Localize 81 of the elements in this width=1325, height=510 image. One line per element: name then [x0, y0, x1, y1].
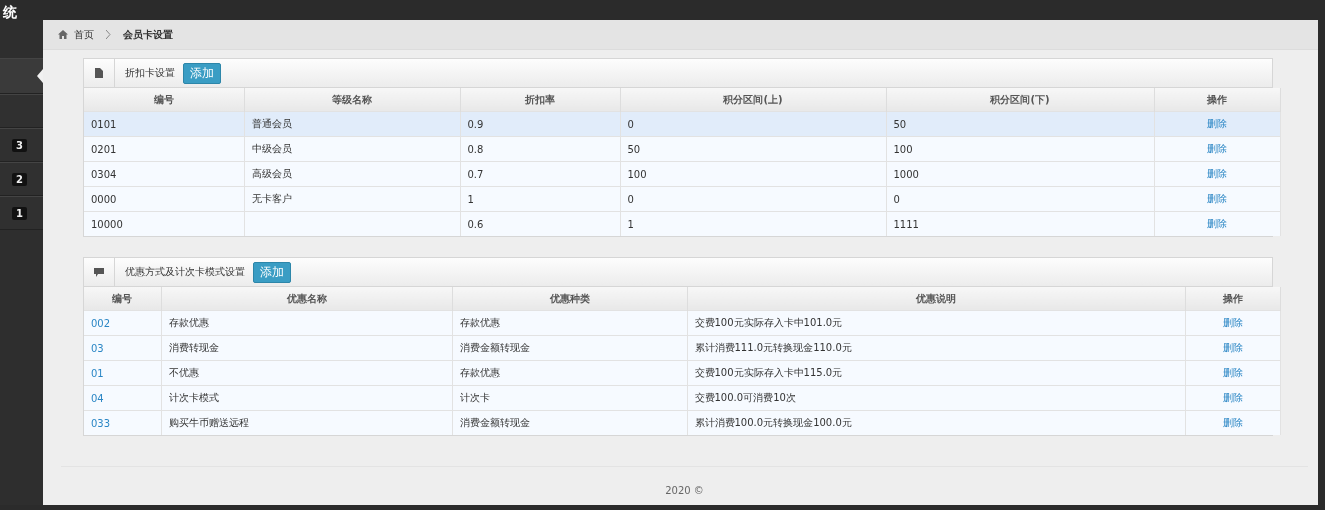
column-header: 积分区间(下) [886, 88, 1154, 112]
table-cell: 普通会员 [244, 111, 460, 137]
table-link[interactable]: 01 [84, 360, 161, 386]
sidebar-item[interactable]: 3 [0, 128, 43, 162]
chevron-icon [106, 30, 111, 39]
column-header: 折扣率 [460, 88, 620, 112]
table-cell: 0 [620, 111, 886, 137]
column-header: 优惠说明 [687, 287, 1185, 311]
sidebar-item[interactable]: 1 [0, 196, 43, 230]
table-link[interactable]: 删除 [1185, 360, 1280, 386]
sidebar-item[interactable]: 2 [0, 162, 43, 196]
table-link[interactable]: 删除 [1154, 161, 1280, 187]
table-cell: 交费100元实际存入卡中101.0元 [687, 310, 1185, 336]
app-title: 统 [2, 4, 17, 22]
table-cell: 0.7 [460, 161, 620, 187]
table-cell: 0304 [84, 161, 244, 187]
table-link[interactable]: 删除 [1185, 310, 1280, 336]
table-cell: 0 [886, 186, 1154, 212]
table-link[interactable]: 002 [84, 310, 161, 336]
table-cell: 高级会员 [244, 161, 460, 187]
table-link[interactable]: 删除 [1185, 410, 1280, 435]
table-cell: 不优惠 [161, 360, 452, 386]
table-link[interactable]: 删除 [1154, 136, 1280, 162]
table-cell: 1 [620, 211, 886, 236]
table-cell: 购买牛币赠送远程 [161, 410, 452, 435]
table-link[interactable]: 删除 [1185, 335, 1280, 361]
table-cell: 0201 [84, 136, 244, 162]
column-header: 编号 [84, 287, 161, 311]
table-cell: 消费转现金 [161, 335, 452, 361]
table-cell: 1000 [886, 161, 1154, 187]
table-cell: 计次卡模式 [161, 385, 452, 411]
column-header: 操作 [1154, 88, 1280, 112]
table-cell: 0.6 [460, 211, 620, 236]
breadcrumb-link[interactable]: 首页 [74, 27, 94, 42]
table-cell: 交费100元实际存入卡中115.0元 [687, 360, 1185, 386]
column-header: 积分区间(上) [620, 88, 886, 112]
table-link[interactable]: 03 [84, 335, 161, 361]
table-cell: 1 [460, 186, 620, 212]
column-header: 编号 [84, 88, 244, 112]
table-cell: 累计消费111.0元转换现金110.0元 [687, 335, 1185, 361]
panel-title: 优惠方式及计次卡模式设置 [124, 265, 246, 279]
table-link[interactable]: 删除 [1154, 186, 1280, 212]
table-cell: 无卡客户 [244, 186, 460, 212]
panel-title: 折扣卡设置 [124, 66, 176, 80]
column-header: 优惠名称 [161, 287, 452, 311]
table-cell: 中级会员 [244, 136, 460, 162]
table-cell: 50 [620, 136, 886, 162]
table-cell: 100 [620, 161, 886, 187]
home-icon[interactable] [58, 30, 68, 39]
table-cell: 0.8 [460, 136, 620, 162]
table-link[interactable]: 删除 [1185, 385, 1280, 411]
add-button[interactable]: 添加 [253, 261, 291, 283]
table-cell: 100 [886, 136, 1154, 162]
column-header: 优惠种类 [452, 287, 687, 311]
table-cell: 50 [886, 111, 1154, 137]
add-button[interactable]: 添加 [183, 62, 221, 84]
table-cell: 计次卡 [452, 385, 687, 411]
table-cell: 消费金额转现金 [452, 335, 687, 361]
document-icon [95, 68, 103, 78]
breadcrumb-current: 会员卡设置 [123, 27, 173, 42]
table-cell: 交费100.0可消费10次 [687, 385, 1185, 411]
table-link[interactable]: 删除 [1154, 211, 1280, 236]
table-cell: 0101 [84, 111, 244, 137]
footer-text: 2020 © [665, 485, 704, 496]
column-header: 操作 [1185, 287, 1280, 311]
sidebar-item[interactable] [0, 58, 43, 94]
column-header: 等级名称 [244, 88, 460, 112]
table-cell: 存款优惠 [452, 360, 687, 386]
table-cell: 累计消费100.0元转换现金100.0元 [687, 410, 1185, 435]
table-cell: 存款优惠 [161, 310, 452, 336]
table-link[interactable]: 04 [84, 385, 161, 411]
table-cell: 0000 [84, 186, 244, 212]
table-cell: 1111 [886, 211, 1154, 236]
table-link[interactable]: 删除 [1154, 111, 1280, 137]
table-cell: 消费金额转现金 [452, 410, 687, 435]
table-link[interactable]: 033 [84, 410, 161, 435]
table-cell: 10000 [84, 211, 244, 236]
table-cell: 0.9 [460, 111, 620, 137]
comment-icon [94, 267, 104, 277]
table-cell: 0 [620, 186, 886, 212]
table-cell: 存款优惠 [452, 310, 687, 336]
